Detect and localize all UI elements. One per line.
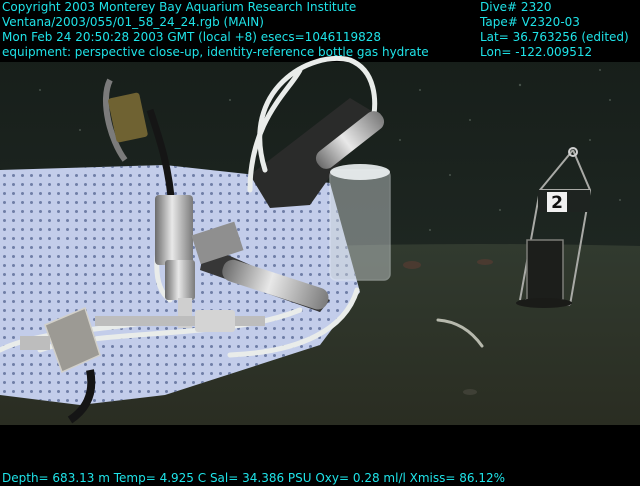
seafloor-rock xyxy=(403,261,421,269)
sampling-cylinder xyxy=(329,164,391,281)
overlay-dive: Dive# 2320 xyxy=(480,0,552,14)
seafloor-rock xyxy=(463,389,477,395)
video-frame: 2 Copyright 2003 Monterey Bay Aquarium R… xyxy=(0,0,640,486)
overlay-lon: Lon= -122.009512 xyxy=(480,45,593,59)
marker-number: 2 xyxy=(551,193,563,213)
overlay-top-right: Dive# 2320 Tape# V2320-03 Lat= 36.763256… xyxy=(480,0,629,60)
overlay-file: Ventana/2003/055/01_58_24_24.rgb (MAIN) xyxy=(2,15,264,29)
overlay-tape: Tape# V2320-03 xyxy=(480,15,580,29)
overlay-equipment: equipment: perspective close-up, identit… xyxy=(2,45,429,59)
overlay-copyright: Copyright 2003 Monterey Bay Aquarium Res… xyxy=(2,0,357,14)
connector xyxy=(20,336,50,350)
sensor-housing xyxy=(155,195,193,265)
seafloor-rock xyxy=(477,259,493,265)
overlay-top-left: Copyright 2003 Monterey Bay Aquarium Res… xyxy=(2,0,429,60)
underwater-scene: 2 xyxy=(0,0,640,486)
valve-body xyxy=(195,310,235,332)
valve-line xyxy=(95,316,265,326)
overlay-telemetry: Depth= 683.13 m Temp= 4.925 C Sal= 34.38… xyxy=(2,471,506,485)
overlay-timestamp: Mon Feb 24 20:50:28 2003 GMT (local +8) … xyxy=(2,30,382,44)
overlay-lat: Lat= 36.763256 (edited) xyxy=(480,30,629,44)
sensor-housing-lower xyxy=(165,260,195,300)
